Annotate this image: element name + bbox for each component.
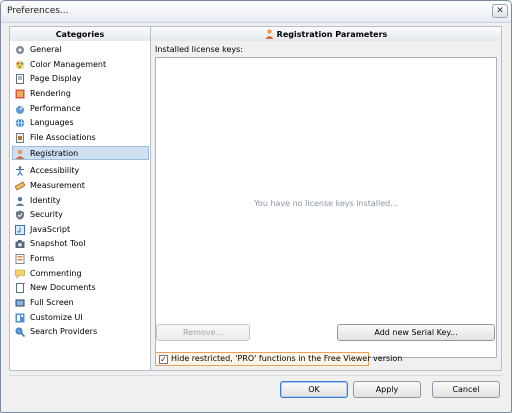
rendering-icon: [15, 89, 25, 99]
sidebar-item-label: Measurement: [30, 180, 85, 190]
categories-header-label: Categories: [55, 30, 105, 39]
license-keys-list[interactable]: You have no license keys installed...: [155, 57, 497, 358]
preferences-window: Preferences... ✕ Categories General Color…: [0, 0, 512, 413]
search-icon: [15, 327, 25, 338]
sidebar-item-file-associations[interactable]: File Associations: [13, 131, 150, 145]
sidebar-item-languages[interactable]: Languages: [13, 116, 150, 130]
ok-button[interactable]: OK: [280, 381, 348, 398]
add-serial-key-button[interactable]: Add new Serial Key...: [337, 324, 495, 341]
comment-icon: [15, 269, 25, 279]
sidebar-item-label: Languages: [30, 118, 74, 128]
sidebar-item-label: Page Display: [30, 74, 82, 84]
page-icon: [16, 74, 24, 85]
sidebar-item-label: Snapshot Tool: [30, 239, 86, 249]
registration-icon: [15, 149, 25, 159]
sidebar-item-general[interactable]: General: [13, 43, 150, 57]
accessibility-icon: [16, 166, 24, 177]
categories-list: General Color Management Page Display Rende…: [9, 41, 151, 371]
sidebar-item-page-display[interactable]: Page Display: [13, 72, 150, 86]
sidebar-item-javascript[interactable]: JavaScript: [13, 223, 150, 237]
ruler-icon: [15, 181, 25, 191]
sidebar-item-label: Identity: [30, 195, 61, 205]
hide-restricted-label: Hide restricted, 'PRO' functions in the …: [171, 354, 403, 363]
sidebar-item-label: Search Providers: [30, 327, 98, 337]
sidebar-item-accessibility[interactable]: Accessibility: [13, 164, 150, 178]
sidebar-item-commenting[interactable]: Commenting: [13, 267, 150, 281]
new-document-icon: [16, 283, 25, 294]
forms-icon: [15, 254, 25, 265]
performance-icon: [16, 105, 24, 114]
cancel-button[interactable]: Cancel: [432, 381, 500, 398]
fullscreen-icon: [15, 299, 25, 307]
sidebar-item-label: Performance: [30, 103, 81, 113]
sidebar-item-label: New Documents: [30, 283, 96, 293]
registration-icon: [265, 29, 274, 39]
footer-separator: [9, 375, 503, 376]
javascript-icon: [15, 224, 25, 235]
camera-icon: [15, 240, 25, 249]
sidebar-item-label: Registration: [30, 148, 79, 158]
sidebar-item-security[interactable]: Security: [13, 208, 150, 222]
sidebar-item-label: Commenting: [30, 268, 82, 278]
sidebar-item-label: Color Management: [30, 59, 107, 69]
sidebar-item-rendering[interactable]: Rendering: [13, 87, 150, 101]
sidebar-item-full-screen[interactable]: Full Screen: [13, 296, 150, 310]
close-icon: ✕: [496, 6, 504, 16]
apply-button[interactable]: Apply: [353, 381, 421, 398]
sidebar-item-label: Security: [30, 210, 63, 220]
shield-icon: [16, 210, 24, 220]
sidebar-item-identity[interactable]: Identity: [13, 194, 150, 208]
registration-header-label: Registration Parameters: [276, 30, 388, 39]
sidebar-item-label: Forms: [30, 254, 55, 264]
palette-icon: [15, 60, 25, 69]
sidebar-item-search-providers[interactable]: Search Providers: [13, 325, 150, 339]
sidebar-item-label: Rendering: [30, 88, 71, 98]
sidebar-item-color-management[interactable]: Color Management: [13, 58, 150, 72]
sidebar-item-label: File Associations: [30, 132, 96, 142]
checkmark-icon: ✓: [160, 355, 167, 364]
sidebar-item-label: Accessibility: [30, 166, 80, 176]
sidebar-item-label: General: [30, 45, 62, 54]
sidebar-item-forms[interactable]: Forms: [13, 252, 150, 266]
categories-header: Categories: [9, 26, 151, 42]
window-title: Preferences...: [7, 6, 69, 16]
globe-icon: [15, 118, 25, 128]
identity-icon: [15, 196, 25, 206]
close-button[interactable]: ✕: [492, 4, 508, 18]
sidebar-item-registration[interactable]: Registration: [12, 145, 149, 160]
title-bar: Preferences... ✕: [1, 1, 511, 23]
gear-icon: [16, 46, 24, 54]
registration-header: Registration Parameters: [150, 26, 502, 42]
sidebar-item-measurement[interactable]: Measurement: [13, 179, 150, 193]
customize-icon: [15, 313, 25, 323]
sidebar-item-snapshot-tool[interactable]: Snapshot Tool: [13, 237, 150, 251]
installed-keys-label: Installed license keys:: [155, 45, 243, 54]
sidebar-item-label: Customize UI: [30, 312, 83, 322]
sidebar-item-customize-ui[interactable]: Customize UI: [13, 311, 150, 325]
sidebar-item-new-documents[interactable]: New Documents: [13, 281, 150, 295]
empty-keys-message: You have no license keys installed...: [254, 199, 398, 208]
sidebar-item-label: JavaScript: [30, 224, 71, 234]
hide-restricted-checkbox-row[interactable]: ✓ Hide restricted, 'PRO' functions in th…: [155, 352, 402, 366]
registration-panel: Installed license keys: You have no lice…: [150, 41, 502, 371]
sidebar-item-performance[interactable]: Performance: [13, 102, 150, 116]
hide-restricted-checkbox[interactable]: ✓: [159, 355, 168, 364]
remove-button[interactable]: Remove...: [156, 324, 250, 341]
sidebar-item-label: Full Screen: [30, 298, 74, 308]
file-icon: [16, 132, 24, 143]
